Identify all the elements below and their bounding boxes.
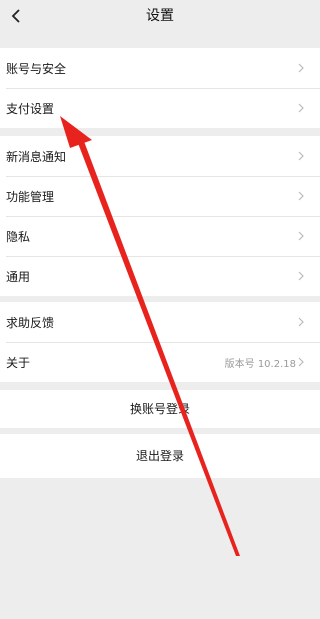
settings-item-privacy[interactable]: 隐私 xyxy=(0,216,320,256)
chevron-right-icon xyxy=(298,63,304,73)
settings-item-label: 关于 xyxy=(6,355,31,370)
settings-item-features[interactable]: 功能管理 xyxy=(0,176,320,216)
version-number: 版本号 10.2.18 xyxy=(224,358,296,370)
settings-item-label: 账号与安全 xyxy=(6,61,67,76)
page-title: 设置 xyxy=(146,8,174,24)
settings-item-label: 隐私 xyxy=(6,229,31,244)
settings-group-help: 求助反馈 关于 版本号 10.2.18 xyxy=(0,302,320,382)
chevron-right-icon xyxy=(298,271,304,281)
chevron-right-icon xyxy=(298,317,304,327)
settings-group-general: 新消息通知 功能管理 隐私 通用 xyxy=(0,136,320,296)
settings-item-payment[interactable]: 支付设置 xyxy=(0,88,320,128)
settings-item-account-security[interactable]: 账号与安全 xyxy=(0,48,320,88)
settings-item-label: 新消息通知 xyxy=(6,149,67,164)
settings-item-label: 功能管理 xyxy=(6,189,55,204)
settings-item-label: 支付设置 xyxy=(6,101,55,116)
settings-item-about[interactable]: 关于 版本号 10.2.18 xyxy=(0,342,320,382)
chevron-right-icon xyxy=(298,191,304,201)
chevron-right-icon xyxy=(298,231,304,241)
settings-item-general[interactable]: 通用 xyxy=(0,256,320,296)
settings-item-label: 通用 xyxy=(6,269,31,284)
settings-item-feedback[interactable]: 求助反馈 xyxy=(0,302,320,342)
chevron-right-icon xyxy=(298,357,304,367)
settings-group-account: 账号与安全 支付设置 xyxy=(0,48,320,128)
settings-item-notifications[interactable]: 新消息通知 xyxy=(0,136,320,176)
nav-bar: 设置 xyxy=(0,0,320,32)
chevron-right-icon xyxy=(298,103,304,113)
settings-item-label: 求助反馈 xyxy=(6,315,55,330)
chevron-right-icon xyxy=(298,151,304,161)
logout-button[interactable]: 退出登录 xyxy=(0,434,320,478)
switch-account-button[interactable]: 换账号登录 xyxy=(0,390,320,428)
